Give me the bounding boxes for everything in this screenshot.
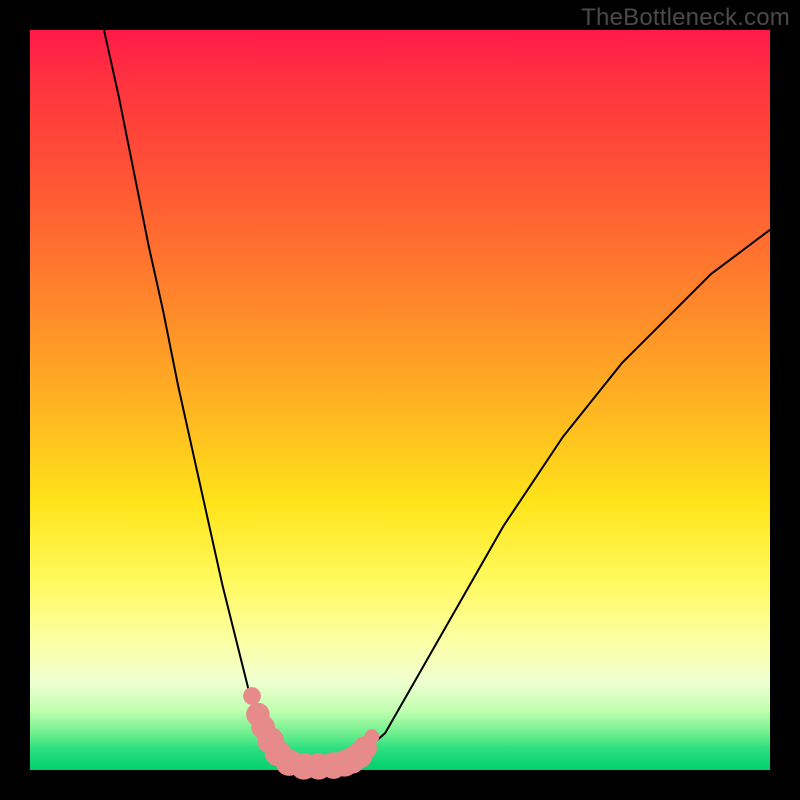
series-left-curve: [104, 30, 296, 766]
marker-dot: [243, 687, 261, 705]
plot-area: [30, 30, 770, 770]
chart-stage: TheBottleneck.com: [0, 0, 800, 800]
series-right-curve: [341, 230, 770, 765]
marker-dot: [365, 729, 380, 744]
series-lines: [104, 30, 770, 767]
valley-markers: [243, 687, 379, 780]
chart-svg: [30, 30, 770, 770]
watermark-text: TheBottleneck.com: [581, 4, 790, 32]
